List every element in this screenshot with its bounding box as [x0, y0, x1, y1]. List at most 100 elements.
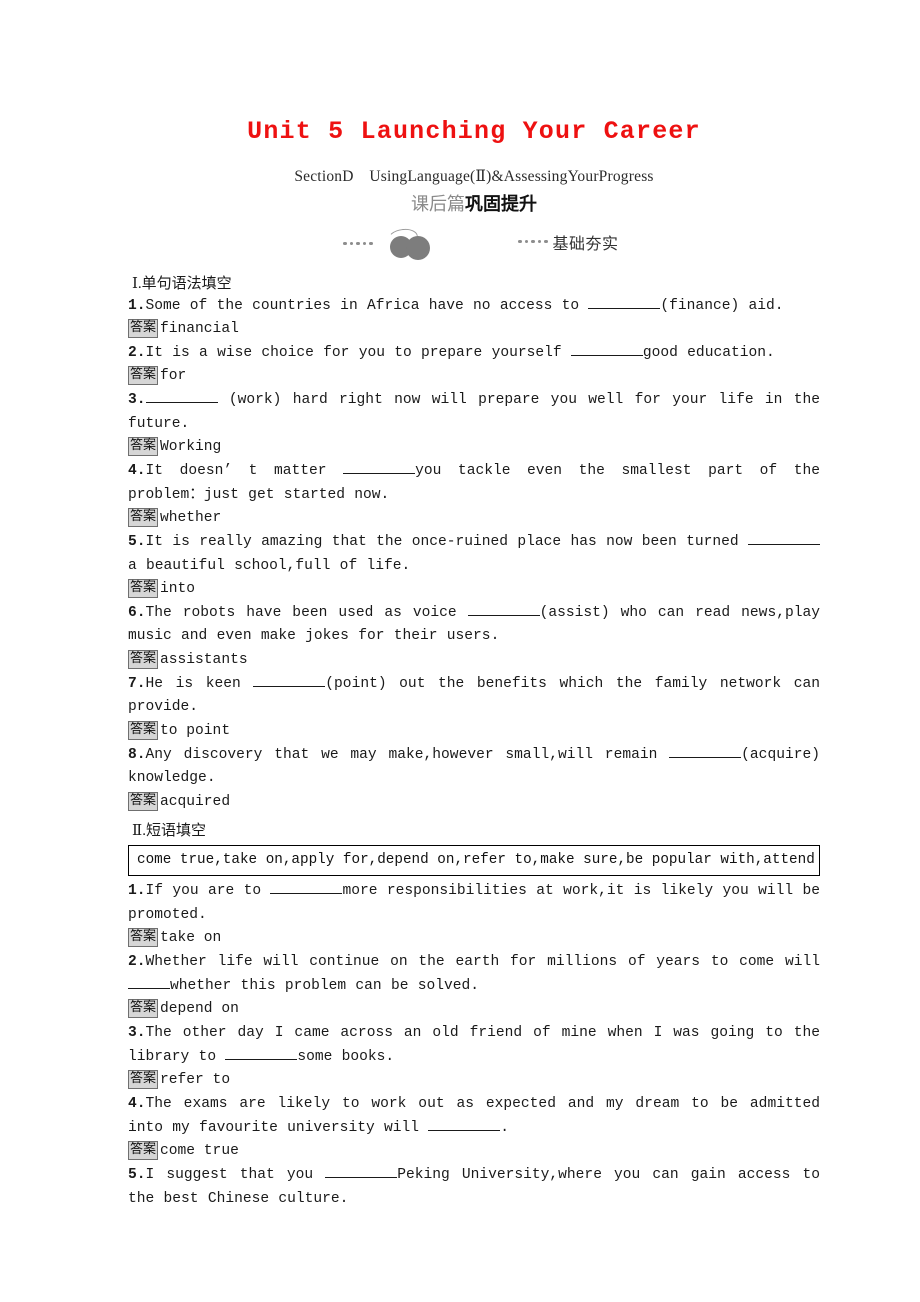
- part-2-heading: Ⅱ.短语填空: [132, 822, 206, 839]
- banner-left-ornament: [343, 226, 442, 260]
- answer-row: 答案 refer to: [128, 1069, 820, 1093]
- answer-row: 答案 depend on: [128, 998, 820, 1022]
- question-line: 5.I suggest that you Peking University,w…: [128, 1164, 820, 1211]
- answer-blank[interactable]: [467, 614, 540, 616]
- part-1-heading: Ⅰ.单句语法填空: [132, 275, 232, 292]
- answer-badge: 答案: [128, 579, 159, 598]
- question-text-before-blank: If you are to: [145, 883, 271, 900]
- answer-text: assistants: [160, 652, 248, 669]
- circle-large-icon: [405, 235, 430, 260]
- banner-right-label: 基础夯实: [518, 230, 619, 254]
- answer-row: 答案 for: [128, 365, 820, 389]
- answer-blank[interactable]: [588, 307, 661, 309]
- answer-text: whether: [160, 510, 222, 527]
- question-text-before-blank: It doesn’ t matter: [145, 462, 344, 479]
- question-line: 7.He is keen (point) out the benefits wh…: [128, 673, 820, 720]
- phrase-bank-box: come true,take on,apply for,depend on,re…: [128, 844, 820, 877]
- question-number: 4.: [128, 462, 146, 479]
- question-line: 3. (work) hard right now will prepare yo…: [128, 389, 820, 436]
- answer-text: acquired: [160, 793, 231, 810]
- answer-blank[interactable]: [748, 543, 820, 545]
- circles-icon: [382, 226, 442, 260]
- question-text-after-blank: (work) hard right now will prepare you w…: [128, 392, 820, 432]
- question-text-before-blank: I suggest that you: [145, 1166, 326, 1183]
- answer-blank[interactable]: [145, 402, 218, 404]
- part-2-body: 1.If you are to more responsibilities at…: [128, 880, 820, 1211]
- answer-blank[interactable]: [669, 756, 742, 758]
- question-line: 3.The other day I came across an old fri…: [128, 1022, 820, 1069]
- post-class-emphasis: 巩固提升: [465, 193, 537, 215]
- question-number: 7.: [128, 675, 146, 692]
- answer-row: 答案 into: [128, 578, 820, 602]
- question-text-before-blank: Whether life will continue on the earth …: [145, 954, 820, 971]
- question-line: 4.The exams are likely to work out as ex…: [128, 1093, 820, 1140]
- question-line: 5.It is really amazing that the once-rui…: [128, 531, 820, 578]
- answer-row: 答案 to point: [128, 720, 820, 744]
- answer-blank[interactable]: [253, 685, 326, 687]
- page-title: Unit 5 Launching Your Career: [247, 117, 701, 146]
- question-text-before-blank: The robots have been used as voice: [145, 604, 468, 621]
- question-text-after-blank: good education.: [642, 344, 775, 361]
- question-line: 2.Whether life will continue on the eart…: [128, 951, 820, 998]
- answer-text: refer to: [160, 1072, 231, 1089]
- question-text-after-blank: some books.: [297, 1048, 395, 1065]
- answer-badge: 答案: [128, 319, 159, 338]
- question-line: 1.If you are to more responsibilities at…: [128, 880, 820, 927]
- question-number: 2.: [128, 954, 146, 971]
- answer-text: financial: [160, 321, 239, 338]
- dots-icon: [343, 241, 373, 246]
- answer-blank[interactable]: [325, 1176, 398, 1178]
- question-number: 1.: [128, 883, 146, 900]
- answer-blank[interactable]: [570, 354, 643, 356]
- answer-row: 答案 come true: [128, 1140, 820, 1164]
- question-number: 1.: [128, 297, 146, 314]
- question-number: 6.: [128, 604, 146, 621]
- decorative-banner: 基础夯实: [128, 226, 820, 266]
- question-line: 8.Any discovery that we may make,however…: [128, 744, 820, 791]
- question-number: 3.: [128, 1025, 146, 1042]
- question-line: 2.It is a wise choice for you to prepare…: [128, 342, 820, 366]
- question-text-before-blank: Some of the countries in Africa have no …: [145, 297, 589, 314]
- answer-row: 答案 financial: [128, 318, 820, 342]
- dots-icon-secondary: [518, 239, 548, 244]
- answer-row: 答案 acquired: [128, 791, 820, 815]
- question-text-after-blank: a beautiful school,full of life.: [128, 557, 411, 574]
- answer-blank[interactable]: [428, 1129, 501, 1131]
- answer-blank[interactable]: [343, 472, 416, 474]
- answer-badge: 答案: [128, 437, 159, 456]
- question-text-before-blank: It is really amazing that the once-ruine…: [145, 533, 748, 550]
- question-number: 4.: [128, 1095, 146, 1112]
- answer-text: depend on: [160, 1001, 239, 1018]
- question-number: 5.: [128, 1166, 146, 1183]
- question-text-after-blank: whether this problem can be solved.: [170, 977, 480, 994]
- answer-row: 答案 assistants: [128, 649, 820, 673]
- answer-badge: 答案: [128, 791, 159, 811]
- answer-blank[interactable]: [128, 987, 170, 989]
- question-text-before-blank: It is a wise choice for you to prepare y…: [145, 344, 571, 361]
- post-class-heading: 课后篇巩固提升: [128, 190, 820, 216]
- question-line: 6.The robots have been used as voice (as…: [128, 602, 820, 649]
- answer-badge: 答案: [128, 366, 159, 386]
- answer-row: 答案 Working: [128, 436, 820, 460]
- banner-label-text: 基础夯实: [552, 233, 619, 253]
- part-1-body: 1.Some of the countries in Africa have n…: [128, 295, 820, 815]
- answer-blank[interactable]: [225, 1058, 298, 1060]
- answer-blank[interactable]: [270, 893, 343, 895]
- answer-badge: 答案: [128, 721, 159, 740]
- question-number: 3.: [128, 392, 146, 409]
- question-line: 4.It doesn’ t matter you tackle even the…: [128, 460, 820, 507]
- answer-row: 答案 take on: [128, 927, 820, 951]
- answer-badge: 答案: [128, 928, 159, 948]
- answer-text: come true: [160, 1143, 239, 1160]
- question-line: 1.Some of the countries in Africa have n…: [128, 295, 820, 319]
- answer-text: take on: [160, 930, 222, 947]
- question-number: 8.: [128, 746, 146, 763]
- answer-badge: 答案: [128, 508, 159, 527]
- question-number: 2.: [128, 344, 146, 361]
- answer-text: for: [160, 368, 187, 385]
- answer-text: to point: [160, 723, 231, 740]
- question-text-after-blank: (finance) aid.: [660, 297, 784, 314]
- answer-badge: 答案: [128, 999, 159, 1018]
- answer-badge: 答案: [128, 1070, 159, 1089]
- question-text-before-blank: He is keen: [145, 675, 254, 692]
